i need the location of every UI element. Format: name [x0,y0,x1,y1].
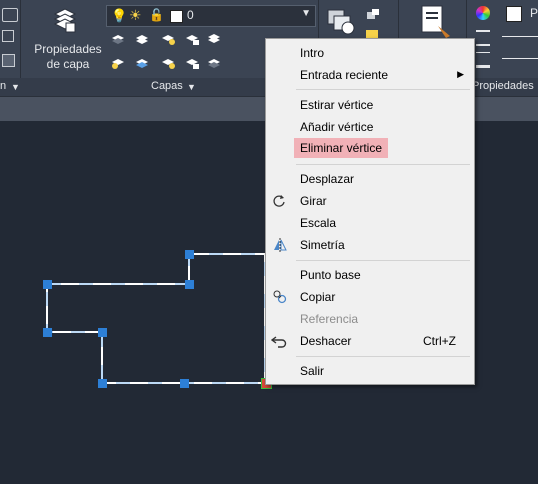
chevron-down-icon[interactable]: ▼ [187,82,196,92]
block-tool-icon[interactable] [366,8,380,22]
layer-tool-icon[interactable] [160,32,176,46]
layer-properties-label-line2: de capa [46,57,90,71]
menu-item-label: Desplazar [300,172,355,186]
lightbulb-icon: 💡 [111,8,128,23]
layer-tool-icon[interactable] [110,32,126,46]
vertex-grip[interactable] [43,328,52,337]
lineweight-icon[interactable] [476,52,490,68]
menu-separator [296,89,470,90]
menu-item-copy[interactable]: Copiar [266,286,474,308]
menu-item-undo[interactable]: Deshacer Ctrl+Z [266,330,474,352]
layer-tool-icon[interactable] [160,56,176,70]
match-properties-icon[interactable] [418,4,452,40]
menu-item-label: Salir [300,364,325,378]
layer-tool-icon[interactable] [206,56,222,70]
menu-separator [296,164,470,165]
menu-item-stretch-vertex[interactable]: Estirar vértice [266,94,474,116]
undo-icon [271,336,287,348]
menu-item-exit[interactable]: Salir [266,360,474,382]
menu-item-intro[interactable]: Intro [266,42,474,64]
menu-item-label: Referencia [300,312,359,326]
properties-dropdown-text[interactable]: P [530,6,538,20]
linetype-icon[interactable] [476,30,490,46]
menu-item-reference: Referencia [266,308,474,330]
menu-item-move[interactable]: Desplazar [266,168,474,190]
menu-item-label: Girar [300,194,327,208]
layer-properties-label-line1: Propiedades [34,42,102,56]
menu-item-label: Punto base [300,268,361,282]
menu-item-remove-vertex[interactable]: Eliminar vértice [266,138,474,160]
chevron-down-icon: ▼ [301,8,311,19]
layer-tool-icon[interactable] [134,32,150,46]
vertex-grip[interactable] [180,379,189,388]
menu-separator [296,260,470,261]
layer-properties-icon [53,8,77,33]
current-layer-name: 0 [187,8,194,22]
menu-item-add-vertex[interactable]: Añadir vértice [266,116,474,138]
lineweight-line[interactable] [502,58,538,59]
layers-panel-label[interactable]: Capas [151,80,183,92]
layer-tool-icon[interactable] [206,32,222,46]
sun-icon: ☀ [129,7,142,23]
layer-properties-button[interactable]: Propiedades de capa [30,2,102,76]
menu-item-label: Escala [300,216,337,230]
vertex-grip[interactable] [98,379,107,388]
layer-tool-icon[interactable] [134,56,150,70]
menu-item-scale[interactable]: Escala [266,212,474,234]
toolbar-icon[interactable] [2,8,18,22]
menu-item-label: Intro [300,46,325,60]
menu-item-base-point[interactable]: Punto base [266,264,474,286]
panel-label-fragment: n [0,80,7,92]
toolbar-icon[interactable] [2,30,14,42]
menu-item-label: Simetría [300,238,345,252]
layer-tool-icon[interactable] [110,56,126,70]
layer-dropdown[interactable]: 💡 ☀ 🔓 0 ▼ [106,5,316,27]
vertex-grip[interactable] [185,280,194,289]
table-icon[interactable] [2,54,15,67]
color-swatch[interactable] [506,6,522,22]
lock-icon: 🔓 [149,8,164,22]
vertex-grip[interactable] [98,328,107,337]
menu-item-label: Entrada reciente [300,68,389,82]
color-wheel-icon[interactable] [476,6,490,20]
rotate-icon [273,195,285,207]
menu-item-label: Añadir vértice [300,120,374,134]
menu-item-label: Copiar [300,290,336,304]
menu-item-shortcut: Ctrl+Z [423,334,456,348]
menu-item-label: Deshacer [300,334,352,348]
chevron-down-icon[interactable]: ▼ [11,82,20,92]
menu-item-rotate[interactable]: Girar [266,190,474,212]
menu-separator [296,356,470,357]
layer-tool-icon[interactable] [184,32,200,46]
context-menu: Intro Entrada reciente ▶ Estirar vértice… [265,38,475,385]
menu-item-label: Estirar vértice [300,98,374,112]
menu-item-mirror[interactable]: Simetría [266,234,474,256]
properties-panel-label[interactable]: Propiedades [472,80,534,92]
copy-icon [273,290,287,304]
menu-item-label: Eliminar vértice [294,138,389,158]
linetype-line[interactable] [502,36,538,37]
menu-item-recent-input[interactable]: Entrada reciente ▶ [266,64,474,86]
vertex-grip[interactable] [185,250,194,259]
mirror-icon [274,238,287,252]
layer-color-swatch [170,10,183,23]
vertex-grip[interactable] [43,280,52,289]
submenu-arrow-icon: ▶ [457,69,464,79]
layer-tool-icon[interactable] [184,56,200,70]
insert-block-icon[interactable] [324,4,358,36]
